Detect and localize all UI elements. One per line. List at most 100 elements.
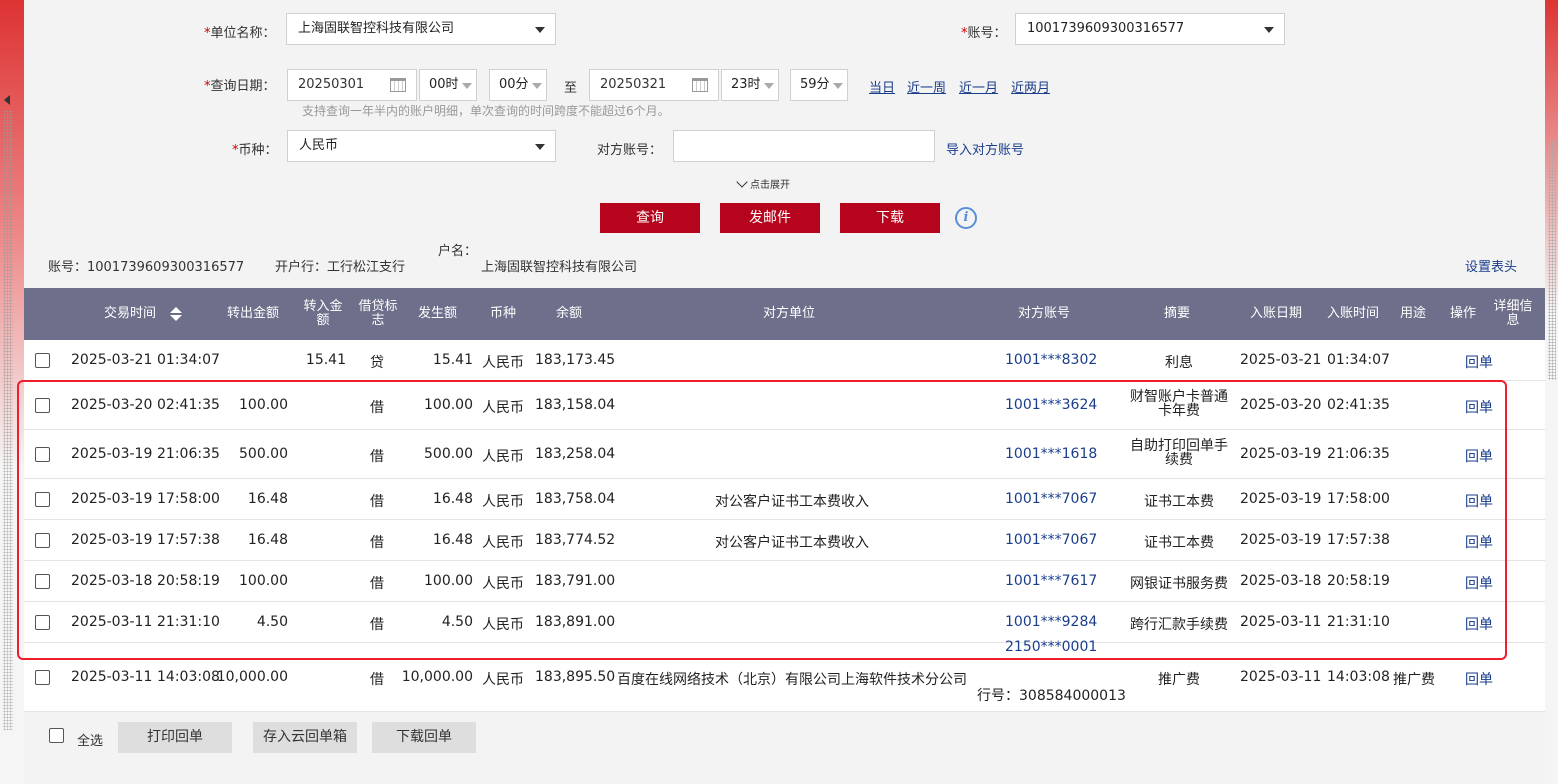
counterparty-account[interactable]: 1001***7617 [1005,573,1097,589]
counterparty-account[interactable]: 2150***0001 [1005,639,1097,655]
receipt-link[interactable]: 回单 [1465,573,1493,593]
calendar-icon[interactable] [692,78,708,92]
counterparty-bank-number: 行号：308584000013 [977,688,1126,704]
query-button[interactable]: 查询 [600,203,700,233]
col-posting-time: 入账时间 [1327,306,1380,321]
debit-credit-flag: 借 [370,494,384,510]
select-all-checkbox[interactable] [49,728,64,743]
end-hour-select[interactable]: 23时 [721,69,779,101]
receipt-link[interactable]: 回单 [1465,669,1493,689]
dropdown-caret-icon [532,83,542,89]
out-amount: 4.50 [256,614,288,630]
select-all-label: 全选 [77,734,104,749]
out-amount: 16.48 [247,532,288,548]
posting-time: 21:06:35 [1327,446,1390,462]
print-receipt-button[interactable]: 打印回单 [118,722,232,753]
dropdown-caret-icon [1264,27,1274,33]
currency-select[interactable]: 人民币 [287,130,556,162]
download-button[interactable]: 下载 [840,203,940,233]
counterparty-account-label: 对方账号： [597,143,663,158]
counterparty-account[interactable]: 1001***1618 [1005,446,1097,462]
end-date-value: 20250321 [600,77,667,92]
posting-time: 21:31:10 [1327,614,1390,630]
table-footer: 全选 打印回单 存入云回单箱 下载回单 [24,712,1545,762]
col-details: 详细信息 [1493,299,1533,328]
debit-credit-flag: 贷 [370,355,384,371]
receipt-link[interactable]: 回单 [1465,352,1493,372]
counterparty-account[interactable]: 1001***7067 [1005,491,1097,507]
posting-date: 2025-03-19 [1240,491,1322,507]
summary: 证书工本费 [1144,494,1214,510]
counterparty-account[interactable]: 1001***9284 [1005,614,1097,630]
quick-range-today[interactable]: 当日 [869,77,895,96]
quick-range-week[interactable]: 近一周 [907,77,946,96]
end-date-input[interactable]: 20250321 [589,69,719,101]
sort-icon[interactable] [170,307,182,321]
receipt-link[interactable]: 回单 [1465,446,1493,466]
currency: 人民币 [482,494,524,510]
collapse-left-arrow-icon[interactable] [4,95,10,105]
row-checkbox[interactable] [35,574,50,589]
counterparty-account[interactable]: 1001***8302 [1005,352,1097,368]
dropdown-caret-icon [833,83,843,89]
quick-range-two-months[interactable]: 近两月 [1011,77,1050,96]
calendar-icon[interactable] [390,78,406,92]
row-checkbox[interactable] [35,447,50,462]
save-to-cloud-button[interactable]: 存入云回单箱 [253,722,357,753]
account-select[interactable]: 1001739609300316577 [1015,13,1285,45]
col-purpose: 用途 [1400,306,1427,321]
date-range-to-label: 至 [564,81,578,96]
receipt-link[interactable]: 回单 [1465,491,1493,511]
start-minute-select[interactable]: 00分 [489,69,547,101]
import-counterparty-link[interactable]: 导入对方账号 [946,139,1024,158]
col-counterparty-unit: 对方单位 [763,306,816,321]
currency: 人民币 [482,576,524,592]
debit-credit-flag: 借 [370,400,384,416]
quick-range-month[interactable]: 近一月 [959,77,998,96]
posting-date: 2025-03-11 [1240,669,1322,685]
download-receipt-button[interactable]: 下载回单 [372,722,476,753]
account-number-info: 账号：1001739609300316577 [48,260,245,275]
amount: 4.50 [441,614,473,630]
start-hour-select[interactable]: 00时 [419,69,477,101]
right-scroll-handle[interactable] [1548,140,1556,380]
transaction-date: 2025-03-11 [71,614,153,630]
expand-toggle[interactable]: 点击展开 [736,175,790,191]
info-icon[interactable]: i [955,207,977,229]
col-summary: 摘要 [1164,306,1191,321]
col-currency: 币种 [490,306,517,321]
table-row: 2025-03-11 14:03:08 10,000.00 借 10,000.00 人民币… [24,639,1545,712]
start-hour-value: 00时 [429,77,459,92]
currency-value: 人民币 [299,138,339,153]
row-checkbox[interactable] [35,398,50,413]
row-checkbox[interactable] [35,670,50,685]
receipt-link[interactable]: 回单 [1465,397,1493,417]
counterparty-account[interactable]: 1001***3624 [1005,397,1097,413]
col-transaction-time[interactable]: 交易时间 [104,307,156,321]
receipt-link[interactable]: 回单 [1465,614,1493,634]
summary: 跨行汇款手续费 [1130,617,1228,633]
end-minute-select[interactable]: 59分 [790,69,848,101]
amount: 100.00 [424,397,473,413]
send-mail-button[interactable]: 发邮件 [720,203,820,233]
row-checkbox[interactable] [35,353,50,368]
posting-time: 14:03:08 [1327,669,1390,685]
in-amount: 15.41 [305,352,346,368]
col-out-amount: 转出金额 [227,306,280,321]
receipt-link[interactable]: 回单 [1465,532,1493,552]
posting-date: 2025-03-19 [1240,532,1322,548]
set-table-header-link[interactable]: 设置表头 [1465,256,1517,275]
row-checkbox[interactable] [35,615,50,630]
row-checkbox[interactable] [35,533,50,548]
start-date-input[interactable]: 20250301 [287,69,417,101]
counterparty-unit: 对公客户证书工本费收入 [715,494,869,510]
counterparty-account-input[interactable] [673,130,935,162]
left-splitter-handle[interactable] [3,110,13,730]
summary-line2: 卡年费 [1158,403,1200,419]
counterparty-account[interactable]: 1001***7067 [1005,532,1097,548]
unit-name-select[interactable]: 上海固联智控科技有限公司 [286,13,556,45]
currency: 人民币 [482,617,524,633]
out-amount: 10,000.00 [216,669,288,685]
end-hour-value: 23时 [731,77,761,92]
row-checkbox[interactable] [35,492,50,507]
